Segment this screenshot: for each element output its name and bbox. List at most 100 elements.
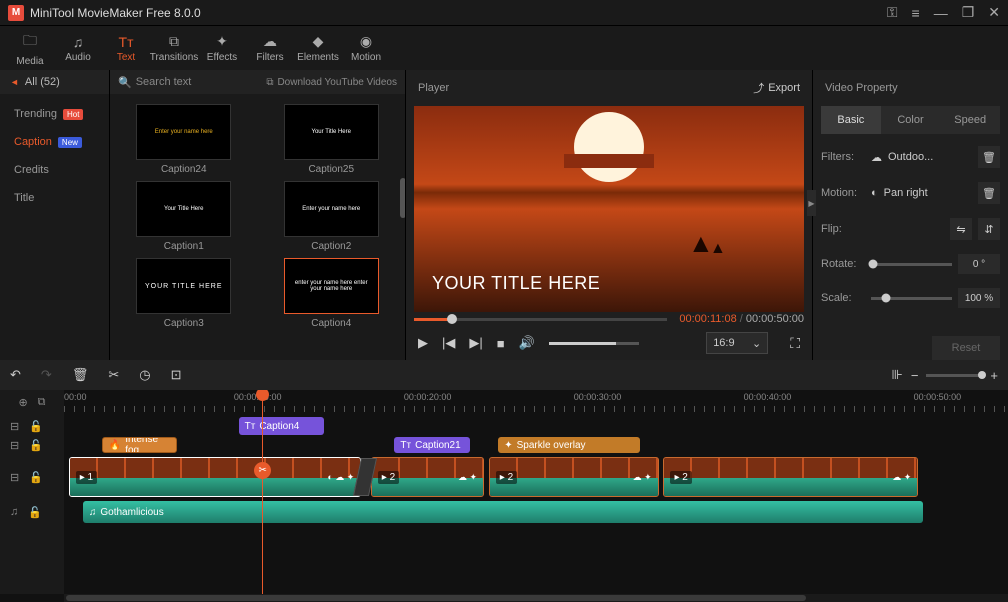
player-title: Player	[418, 82, 449, 94]
tab-effects[interactable]: ✦Effects	[198, 26, 246, 70]
preview-sun	[574, 112, 644, 182]
clip-video-1[interactable]: ▸ 1◐ ☁ ✦	[69, 457, 362, 497]
export-icon: ⤴	[753, 80, 764, 96]
reset-button[interactable]: Reset	[932, 336, 1000, 360]
thumb-caption1[interactable]: Your Title HereCaption1	[118, 181, 250, 252]
clip-intense-fog[interactable]: 🔥Intense fog	[102, 437, 178, 453]
audio-track-lock-icon[interactable]: 🔓	[28, 506, 42, 519]
filters-value[interactable]: ☁Outdoo...	[871, 151, 972, 164]
scale-value[interactable]: 100 %	[958, 288, 1000, 308]
props-tab-basic[interactable]: Basic	[821, 106, 881, 134]
layer-copy-icon[interactable]: ⧉	[38, 396, 46, 409]
timecode: 00:00:11:08 / 00:00:50:00	[679, 313, 804, 325]
category-header[interactable]: All (52)	[0, 70, 109, 94]
thumb-caption4[interactable]: enter your name here enter your name her…	[266, 258, 398, 329]
elements-icon: ◆	[313, 33, 324, 50]
rotate-value[interactable]: 0 °	[958, 254, 1000, 274]
next-frame-button[interactable]: ▶|	[469, 335, 482, 351]
crop-button[interactable]: ⊡	[171, 367, 182, 383]
playback-progress[interactable]: 00:00:11:08 / 00:00:50:00	[414, 312, 804, 326]
tab-motion[interactable]: ◉Motion	[342, 26, 390, 70]
zoom-out-button[interactable]: −	[911, 368, 919, 383]
clip-caption4[interactable]: TᴛCaption4	[239, 417, 324, 435]
play-button[interactable]: ▶	[418, 335, 428, 351]
undo-button[interactable]: ↶	[10, 367, 21, 383]
motion-delete-button[interactable]: 🗑	[978, 182, 1000, 204]
effects-icon: ✦	[216, 33, 228, 50]
speed-button[interactable]: ◷	[139, 367, 150, 383]
zoom-slider[interactable]	[926, 374, 982, 377]
layer-add-icon[interactable]: ⊕	[18, 396, 27, 409]
stop-button[interactable]: ■	[497, 336, 505, 351]
thumb-caption2[interactable]: Enter your name hereCaption2	[266, 181, 398, 252]
track1-lock-icon[interactable]: 🔓	[29, 420, 43, 433]
category-title[interactable]: Title	[0, 184, 109, 212]
browser-scrollbar[interactable]	[400, 178, 405, 218]
close-button[interactable]: ✕	[988, 4, 1000, 21]
clip-video-4[interactable]: ▸ 2☁ ✦	[663, 457, 918, 497]
category-sidebar: All (52) TrendingHot CaptionNew Credits …	[0, 70, 110, 360]
video-track-lock-icon[interactable]: 🔓	[29, 471, 43, 484]
filters-delete-button[interactable]: 🗑	[978, 146, 1000, 168]
titlebar: M MiniTool MovieMaker Free 8.0.0 ⚿ ≡ — ❐…	[0, 0, 1008, 26]
scale-label: Scale:	[821, 292, 865, 304]
category-caption[interactable]: CaptionNew	[0, 128, 109, 156]
maximize-button[interactable]: ❐	[962, 4, 975, 21]
tab-elements[interactable]: ◆Elements	[294, 26, 342, 70]
timeline-fit-icon[interactable]: ⊪	[891, 367, 902, 383]
props-collapse-button[interactable]: ▶	[807, 190, 816, 216]
redo-button[interactable]: ↷	[41, 367, 52, 383]
delete-button[interactable]: 🗑	[72, 367, 89, 383]
thumb-caption25[interactable]: Your Title HereCaption25	[266, 104, 398, 175]
flip-label: Flip:	[821, 223, 865, 235]
main-toolbar: 🗀Media ♫Audio TᴛText ⧉Transitions ✦Effec…	[0, 26, 1008, 70]
preview-canvas[interactable]: YOUR TITLE HERE	[414, 106, 804, 312]
clip-sparkle-overlay[interactable]: ✦Sparkle overlay	[498, 437, 640, 453]
hamburger-icon[interactable]: ≡	[912, 5, 920, 21]
timeline-scrollbar[interactable]	[64, 594, 1008, 602]
motion-icon: ◐	[871, 187, 878, 199]
flip-horizontal-button[interactable]: ⇋	[950, 218, 972, 240]
category-credits[interactable]: Credits	[0, 156, 109, 184]
volume-slider[interactable]	[549, 342, 639, 345]
category-trending[interactable]: TrendingHot	[0, 100, 109, 128]
search-input[interactable]: 🔍Search text	[118, 76, 191, 89]
volume-icon[interactable]: 🔊	[519, 335, 535, 351]
scale-slider[interactable]	[871, 297, 952, 300]
props-tab-speed[interactable]: Speed	[940, 106, 1000, 134]
minimize-button[interactable]: —	[934, 5, 948, 21]
tab-audio[interactable]: ♫Audio	[54, 26, 102, 70]
clip-video-3[interactable]: ▸ 2☁ ✦	[489, 457, 659, 497]
thumb-caption3[interactable]: YOUR TITLE HERECaption3	[118, 258, 250, 329]
clip-video-2[interactable]: ▸ 2☁ ✦	[371, 457, 484, 497]
aspect-ratio-select[interactable]: 16:9⌄	[706, 332, 768, 354]
tab-text[interactable]: TᴛText	[102, 26, 150, 70]
key-icon[interactable]: ⚿	[887, 4, 898, 21]
timeline-ruler[interactable]: 00:00 00:00:10:00 00:00:20:00 00:00:30:0…	[64, 390, 1008, 414]
download-youtube-link[interactable]: ⧉Download YouTube Videos	[266, 77, 397, 88]
clip-caption21[interactable]: TᴛCaption21	[394, 437, 470, 453]
split-button[interactable]: ✂	[108, 367, 119, 383]
clip-audio-gothamlicious[interactable]: ♫Gothamlicious	[83, 501, 923, 523]
thumb-caption24[interactable]: Enter your name hereCaption24	[118, 104, 250, 175]
transitions-icon: ⧉	[169, 33, 179, 50]
motion-label: Motion:	[821, 187, 865, 199]
prev-frame-button[interactable]: |◀	[442, 335, 455, 351]
tab-filters[interactable]: ☁Filters	[246, 26, 294, 70]
app-title: MiniTool MovieMaker Free 8.0.0	[30, 6, 887, 20]
tab-media[interactable]: 🗀Media	[6, 26, 54, 70]
props-tab-color[interactable]: Color	[881, 106, 941, 134]
zoom-in-button[interactable]: +	[990, 368, 998, 383]
preview-overlay-text: YOUR TITLE HERE	[432, 273, 600, 294]
fullscreen-button[interactable]: ⛶	[790, 335, 800, 352]
playhead[interactable]: ✂	[262, 390, 263, 594]
motion-value[interactable]: ◐Pan right	[871, 187, 972, 199]
flame-icon: 🔥	[109, 440, 121, 451]
track2-lock-icon[interactable]: 🔓	[29, 439, 43, 452]
rotate-slider[interactable]	[871, 263, 952, 266]
text-icon: Tᴛ	[119, 34, 134, 50]
export-button[interactable]: ⤴Export	[753, 80, 800, 96]
track1-type-icon: ⊟	[10, 420, 19, 433]
tab-transitions[interactable]: ⧉Transitions	[150, 26, 198, 70]
flip-vertical-button[interactable]: ⇵	[978, 218, 1000, 240]
